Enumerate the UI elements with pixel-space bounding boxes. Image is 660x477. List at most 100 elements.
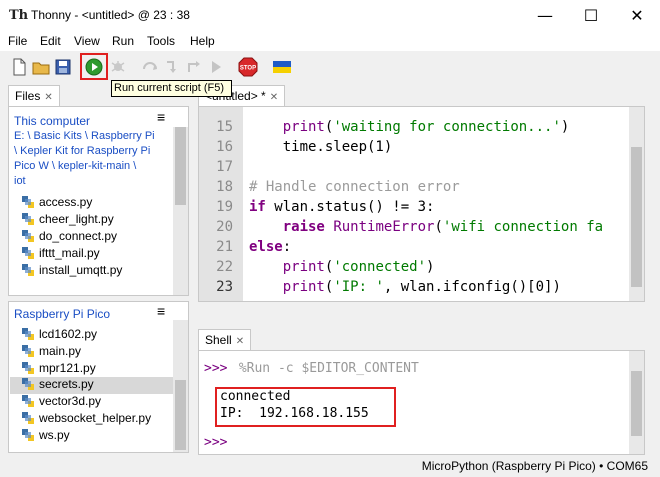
list-item[interactable]: lcd1602.py (21, 327, 97, 344)
minimize-button[interactable]: — (522, 0, 568, 31)
this-computer-panel: This computer ≡ E: \ Basic Kits \ Raspbe… (8, 106, 189, 296)
menu-bar: File Edit View Run Tools Help (0, 31, 660, 51)
menu-run[interactable]: Run (112, 34, 134, 48)
file-name: do_connect.py (39, 229, 118, 243)
line-number: 19 (216, 199, 233, 215)
pico-heading[interactable]: Raspberry Pi Pico (14, 307, 110, 321)
file-name: install_umqtt.py (39, 263, 123, 277)
python-file-icon (22, 213, 34, 225)
scrollbar-thumb[interactable] (631, 147, 642, 287)
code-line: else: (249, 239, 292, 255)
open-folder-icon[interactable] (31, 57, 51, 77)
list-item-selected[interactable]: secrets.py (10, 377, 173, 394)
scrollbar-thumb[interactable] (175, 127, 186, 205)
path-line[interactable]: \ Kepler Kit for Raspberry Pi (14, 145, 150, 157)
list-item[interactable]: websocket_helper.py (21, 411, 151, 428)
list-item[interactable]: do_connect.py (21, 229, 117, 246)
ukraine-flag-icon[interactable] (272, 57, 292, 77)
python-file-icon (22, 412, 34, 424)
scrollbar[interactable] (629, 351, 644, 454)
code-editor[interactable]: 15 16 17 18 19 20 21 22 23 print('waitin… (198, 106, 645, 302)
list-item[interactable]: ifttt_mail.py (21, 246, 100, 263)
debug-icon[interactable] (108, 57, 128, 77)
list-item[interactable]: mpr121.py (21, 361, 96, 378)
title-bar: Th Thonny - <untitled> @ 23 : 38 — ☐ ✕ (0, 0, 660, 31)
file-name: main.py (39, 344, 82, 358)
line-number: 15 (216, 119, 233, 135)
menu-view[interactable]: View (74, 34, 100, 48)
close-tab-icon[interactable]: ✕ (270, 92, 278, 103)
line-number: 16 (216, 139, 233, 155)
path-line[interactable]: iot (14, 175, 26, 187)
line-number: 20 (216, 219, 233, 235)
list-item[interactable]: ws.py (21, 428, 70, 445)
scrollbar-thumb[interactable] (175, 380, 186, 450)
tab-files[interactable]: Files ✕ (8, 85, 60, 106)
python-file-icon (22, 264, 34, 276)
close-tab-icon[interactable]: ✕ (236, 336, 244, 347)
file-name: mpr121.py (39, 361, 96, 375)
new-file-icon[interactable] (9, 57, 29, 77)
python-file-icon (22, 378, 34, 390)
line-number-gutter: 15 16 17 18 19 20 21 22 23 (199, 107, 243, 301)
line-number: 17 (216, 159, 233, 175)
status-bar: MicroPython (Raspberry Pi Pico) • COM65 (0, 455, 660, 477)
shell-tab-label: Shell (205, 333, 232, 347)
python-file-icon (22, 429, 34, 441)
window-title: Thonny - <untitled> @ 23 : 38 (31, 8, 190, 22)
code-line: # Handle connection error (249, 179, 460, 195)
list-item[interactable]: vector3d.py (21, 394, 101, 411)
list-item[interactable]: access.py (21, 195, 92, 212)
menu-edit[interactable]: Edit (40, 34, 61, 48)
save-icon[interactable] (53, 57, 73, 77)
panel-menu-icon[interactable]: ≡ (157, 303, 165, 319)
maximize-button[interactable]: ☐ (568, 0, 614, 31)
python-file-icon (22, 345, 34, 357)
shell-command: %Run -c $EDITOR_CONTENT (231, 361, 419, 376)
menu-file[interactable]: File (8, 34, 27, 48)
step-over-icon[interactable] (140, 57, 160, 77)
file-name: cheer_light.py (39, 212, 114, 226)
pico-panel: Raspberry Pi Pico ≡ lcd1602.py main.py m… (8, 301, 189, 453)
python-file-icon (22, 395, 34, 407)
file-name: ws.py (39, 428, 70, 442)
step-out-icon[interactable] (184, 57, 204, 77)
shell-prompt: >>> (204, 435, 228, 450)
stop-label: STOP (240, 66, 256, 72)
file-name: secrets.py (39, 377, 94, 391)
panel-menu-icon[interactable]: ≡ (157, 109, 165, 125)
tab-shell[interactable]: Shell ✕ (198, 329, 252, 350)
shell-console[interactable]: >>> %Run -c $EDITOR_CONTENT connected IP… (198, 350, 645, 455)
line-number: 21 (216, 239, 233, 255)
menu-tools[interactable]: Tools (147, 34, 175, 48)
scrollbar[interactable] (629, 107, 644, 301)
thonny-window: Th Thonny - <untitled> @ 23 : 38 — ☐ ✕ F… (0, 0, 660, 477)
interpreter-status[interactable]: MicroPython (Raspberry Pi Pico) • COM65 (422, 459, 648, 473)
close-tab-icon[interactable]: ✕ (44, 92, 52, 103)
code-line: print('waiting for connection...') (282, 119, 570, 135)
code-line: print('connected') (282, 259, 435, 275)
scrollbar[interactable] (173, 127, 188, 295)
shell-output-line: IP: 192.168.18.155 (220, 406, 369, 421)
this-computer-heading[interactable]: This computer (14, 114, 90, 128)
list-item[interactable]: install_umqtt.py (21, 263, 122, 280)
code-line: time.sleep(1) (249, 139, 393, 155)
step-into-icon[interactable] (162, 57, 182, 77)
python-file-icon (22, 196, 34, 208)
resume-icon[interactable] (206, 57, 226, 77)
shell-output-line: connected (220, 389, 291, 404)
scrollbar-thumb[interactable] (631, 371, 642, 436)
path-line[interactable]: E: \ Basic Kits \ Raspberry Pi (14, 130, 155, 142)
path-line[interactable]: Pico W \ kepler-kit-main \ (14, 160, 136, 172)
scrollbar[interactable] (173, 320, 188, 452)
list-item[interactable]: cheer_light.py (21, 212, 114, 229)
file-name: ifttt_mail.py (39, 246, 100, 260)
run-icon[interactable] (84, 57, 104, 77)
file-name: websocket_helper.py (39, 411, 152, 425)
stop-icon[interactable]: STOP (238, 57, 258, 77)
code-line: print('IP: ', wlan.ifconfig()[0]) (282, 279, 561, 295)
close-button[interactable]: ✕ (614, 0, 660, 31)
list-item[interactable]: main.py (21, 344, 81, 361)
python-file-icon (22, 328, 34, 340)
menu-help[interactable]: Help (190, 34, 215, 48)
